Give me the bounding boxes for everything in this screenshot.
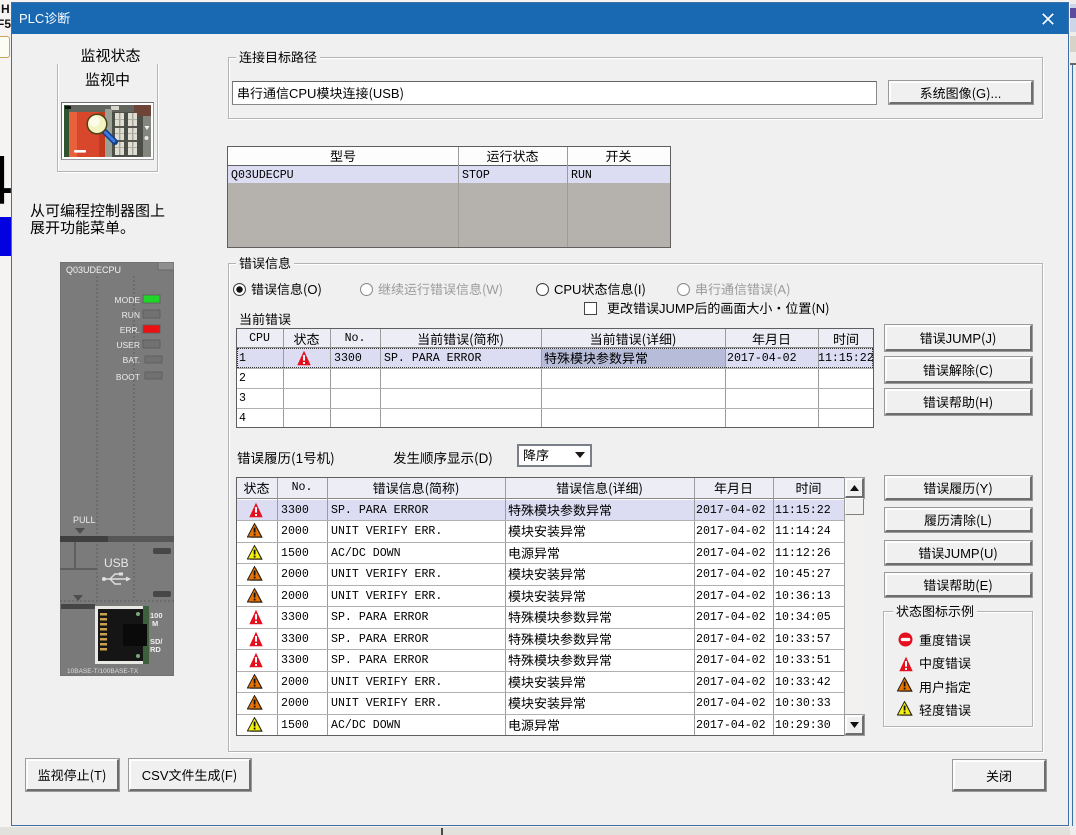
svg-text:PULL: PULL: [73, 515, 96, 525]
svg-text:RD: RD: [150, 645, 161, 654]
svg-text:ERR.: ERR.: [120, 325, 140, 335]
svg-text:USB: USB: [104, 556, 129, 570]
svg-text:BAT.: BAT.: [123, 355, 140, 365]
svg-text:MODE: MODE: [115, 295, 141, 305]
svg-text:RUN: RUN: [122, 310, 140, 320]
svg-text:BOOT: BOOT: [116, 372, 140, 382]
svg-text:Q03UDECPU: Q03UDECPU: [66, 265, 121, 275]
svg-text:10BASE-T/100BASE-TX: 10BASE-T/100BASE-TX: [67, 668, 139, 675]
svg-text:USER: USER: [116, 340, 140, 350]
svg-text:M: M: [152, 619, 158, 628]
